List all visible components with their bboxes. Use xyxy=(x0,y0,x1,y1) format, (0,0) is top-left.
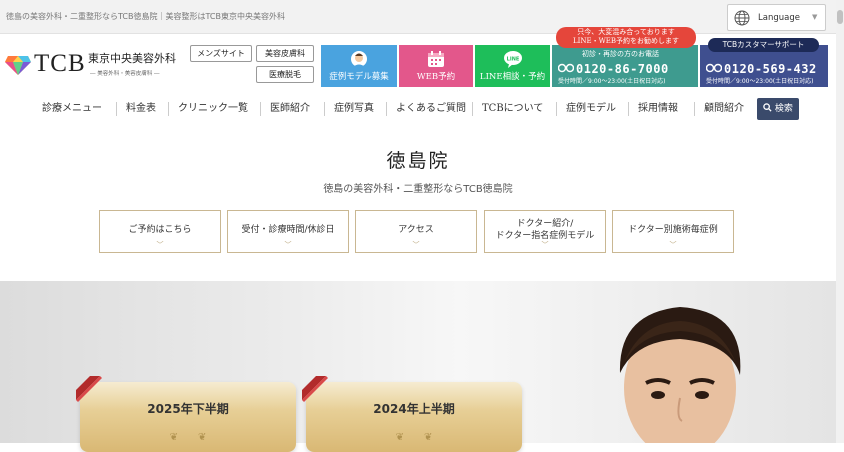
case-model-label: 症例モデル募集 xyxy=(329,72,389,82)
svg-text:LINE: LINE xyxy=(506,57,519,63)
mens-site-button[interactable]: メンズサイト xyxy=(190,45,252,62)
line-icon: LINE xyxy=(503,51,522,68)
logo-tagline: ― 美容外科・美容皮膚科 ― xyxy=(90,71,160,77)
scrollbar-thumb[interactable] xyxy=(837,10,843,24)
nav-divider xyxy=(694,102,695,116)
laurel-icon: ❦ ❦ xyxy=(169,432,207,443)
language-selector[interactable]: Language ▼ xyxy=(727,4,826,31)
phone-first-visit[interactable]: 初診・再診の方のお電話 0120-86-7000 受付時間／9:00〜23:00… xyxy=(552,45,698,87)
case-model-tile[interactable]: 症例モデル募集 xyxy=(321,45,397,87)
nav-divider xyxy=(116,102,117,116)
phone-first-visit-caption: 初診・再診の方のお電話 xyxy=(582,50,659,58)
page-subtitle: 徳島の美容外科・二重整形ならTCB徳島院 xyxy=(323,184,513,195)
freedial-icon xyxy=(706,63,722,73)
logo-brand: TCB xyxy=(34,50,86,77)
nav-divider xyxy=(628,102,629,116)
language-label: Language xyxy=(758,13,800,23)
nav-divider xyxy=(472,102,473,116)
promo-line-2: LINE・WEB予約をお勧めします xyxy=(572,37,680,45)
quick-link-reservation[interactable]: ご予約はこちら ﹀ xyxy=(99,210,221,253)
quick-link-doctor-cases[interactable]: ドクター別施術毎症例 ﹀ xyxy=(612,210,734,253)
logo-name: 東京中央美容外科 xyxy=(88,52,176,65)
doctor-portrait xyxy=(619,307,741,443)
search-label: 検索 xyxy=(774,104,793,114)
award-badge: 2025年下半期 ❦ ❦ xyxy=(76,376,296,452)
search-icon xyxy=(763,103,772,112)
web-reservation-label: WEB予約 xyxy=(416,72,456,82)
support-badge: TCBカスタマーサポート xyxy=(708,38,819,52)
quick-link-hours[interactable]: 受付・診療時間/休診日 ﹀ xyxy=(227,210,349,253)
nav-item-careers[interactable]: 採用情報 xyxy=(638,96,678,122)
quick-link-label: ドクター紹介/ ドクター指名症例モデル xyxy=(485,218,605,242)
nav-item-clinics[interactable]: クリニック一覧 xyxy=(178,96,248,122)
freedial-icon xyxy=(558,63,574,73)
top-bar: 徳島の美容外科・二重整形ならTCB徳島院｜美容整形はTCB東京中央美容外科 La… xyxy=(0,0,836,34)
calendar-icon xyxy=(428,51,444,67)
nav-item-doctors[interactable]: 医師紹介 xyxy=(270,96,310,122)
chevron-down-icon: ▼ xyxy=(812,13,818,21)
search-button[interactable]: 検索 xyxy=(757,98,799,120)
promo-line-1: 只今、大変混み合っております xyxy=(577,28,675,36)
quick-link-access[interactable]: アクセス ﹀ xyxy=(355,210,477,253)
nav-item-faq[interactable]: よくあるご質問 xyxy=(396,96,466,122)
nav-divider xyxy=(260,102,261,116)
web-reservation-tile[interactable]: WEB予約 xyxy=(399,45,473,87)
hair-removal-button[interactable]: 医療脱毛 xyxy=(256,66,314,83)
line-consult-label: LINE相談・予約 xyxy=(479,72,546,82)
nav-item-models[interactable]: 症例モデル xyxy=(566,96,616,122)
nav-divider xyxy=(386,102,387,116)
doctor-icon xyxy=(351,51,367,67)
award-badge: 2024年上半期 ❦ ❦ xyxy=(302,376,522,452)
nav-item-menu[interactable]: 診療メニュー xyxy=(42,96,102,122)
chevron-down-icon: ﹀ xyxy=(156,241,164,249)
award-label: 2024年上半期 xyxy=(373,402,455,416)
chevron-down-icon: ﹀ xyxy=(284,241,292,249)
chevron-down-icon: ﹀ xyxy=(541,241,549,249)
globe-icon xyxy=(734,10,750,26)
nav-item-prices[interactable]: 料金表 xyxy=(126,96,156,122)
quick-link-label: 受付・診療時間/休診日 xyxy=(241,225,335,235)
phone-first-visit-number: 0120-86-7000 xyxy=(576,62,669,76)
diamond-logo-icon xyxy=(5,56,31,75)
chevron-down-icon: ﹀ xyxy=(669,241,677,249)
laurel-icon: ❦ ❦ xyxy=(395,432,433,443)
phone-support-number: 0120-569-432 xyxy=(724,62,817,76)
nav-item-about[interactable]: TCBについて xyxy=(482,96,543,122)
nav-item-advisors[interactable]: 顧問紹介 xyxy=(704,96,744,122)
quick-link-doctors[interactable]: ドクター紹介/ ドクター指名症例モデル ﹀ xyxy=(484,210,606,253)
quick-link-label: ドクター別施術毎症例 xyxy=(628,225,718,235)
line-consult-tile[interactable]: LINE LINE相談・予約 xyxy=(475,45,550,87)
quick-link-label: ご予約はこちら xyxy=(128,225,192,235)
phone-first-visit-hours: 受付時間／9:00〜23:00(土日祝日対応) xyxy=(558,78,666,85)
site-breadcrumb: 徳島の美容外科・二重整形ならTCB徳島院｜美容整形はTCB東京中央美容外科 xyxy=(6,12,285,21)
nav-divider xyxy=(324,102,325,116)
nav-divider xyxy=(168,102,169,116)
main-nav: 診療メニュー 料金表 クリニック一覧 医師紹介 症例写真 よくあるご質問 TCB… xyxy=(30,96,820,122)
skin-clinic-button[interactable]: 美容皮膚科 xyxy=(256,45,314,62)
nav-item-cases[interactable]: 症例写真 xyxy=(334,96,374,122)
promo-notice: 只今、大変混み合っております LINE・WEB予約をお勧めします xyxy=(556,27,696,48)
tcb-logo[interactable]: TCB 東京中央美容外科 ― 美容外科・美容皮膚科 ― xyxy=(4,50,184,80)
phone-support-hours: 受付時間／9:00〜23:00(土日祝日対応) xyxy=(706,78,814,85)
page-scrollbar[interactable] xyxy=(836,0,844,443)
quick-link-label-line-1: ドクター紹介/ xyxy=(516,219,574,229)
nav-divider xyxy=(556,102,557,116)
chevron-down-icon: ﹀ xyxy=(412,241,420,249)
page-title: 徳島院 xyxy=(386,150,450,172)
quick-link-label: アクセス xyxy=(398,225,434,235)
award-label: 2025年下半期 xyxy=(147,402,229,416)
